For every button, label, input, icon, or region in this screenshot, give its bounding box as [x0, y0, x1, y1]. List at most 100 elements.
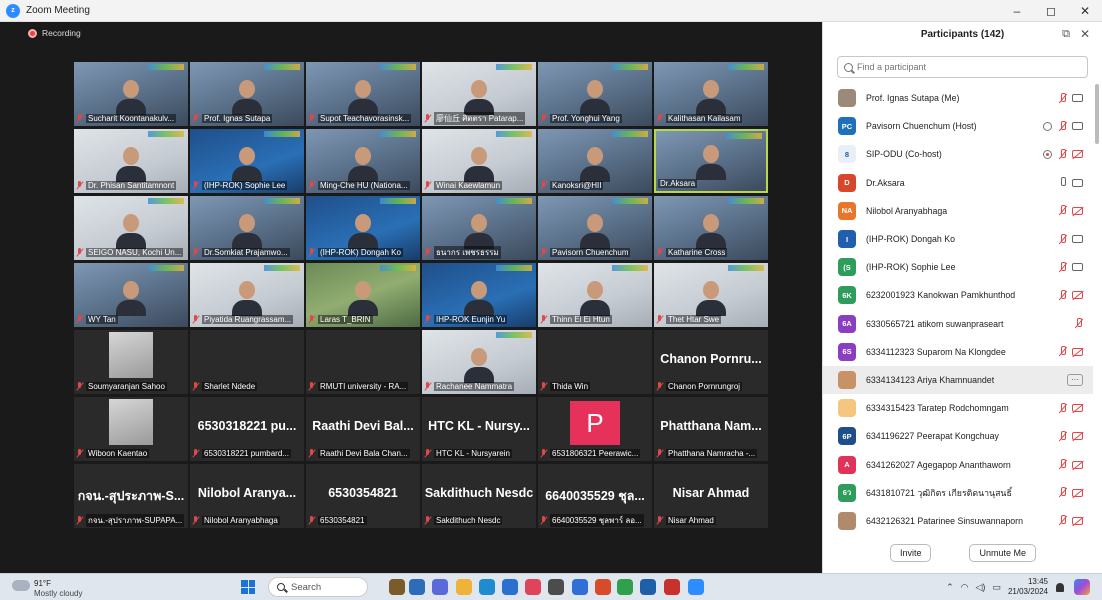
virtual-background-logo — [728, 198, 764, 204]
participant-tile[interactable]: Katharine Cross — [654, 196, 768, 260]
participant-tile[interactable]: Ming-Che HU (Nationa... — [306, 129, 420, 193]
participant-search[interactable] — [837, 56, 1088, 78]
popout-icon[interactable]: ⧉ — [1062, 28, 1070, 41]
close-panel-icon[interactable]: ✕ — [1080, 27, 1090, 41]
participant-row[interactable]: 6334134123 Ariya Khamnuandet ··· — [823, 365, 1093, 395]
participant-row[interactable]: 6ว 6431810721 วุฒิกิตร เกียรติดนานุสนธิ์ — [823, 479, 1093, 507]
participant-video — [696, 145, 726, 180]
file-explorer-icon[interactable] — [456, 579, 472, 595]
taskbar-search[interactable]: Search — [268, 577, 368, 597]
word-icon[interactable] — [640, 579, 656, 595]
participant-tile[interactable]: Nisar Ahmad Nisar Ahmad — [654, 464, 768, 528]
participant-tile[interactable]: Sucharit Koontanakulv... — [74, 62, 188, 126]
acrobat-icon[interactable] — [664, 579, 680, 595]
participant-tile[interactable]: Thet Htar Swe — [654, 263, 768, 327]
participant-tile[interactable]: Soumyaranjan Sahoo — [74, 330, 188, 394]
invite-button[interactable]: Invite — [889, 544, 932, 562]
participant-tile[interactable]: 6640035529 ชุล... 6640035529 ชุลพาร์ ลอ..… — [538, 464, 652, 528]
participant-tile[interactable]: Dr. Phisan Santitamnont — [74, 129, 188, 193]
participant-row[interactable]: Prof. Ignas Sutapa (Me) — [823, 84, 1093, 112]
participant-tile[interactable]: (IHP-ROK) Sophie Lee — [190, 129, 304, 193]
participant-row[interactable]: 6S 6334112323 Suparom Na Klongdee — [823, 338, 1093, 366]
participant-tile[interactable]: Laras T_BRIN — [306, 263, 420, 327]
participant-row[interactable]: 6K 6232001923 Kanokwan Pamkhunthod — [823, 281, 1093, 309]
teams-icon[interactable] — [432, 579, 448, 595]
powerpoint-icon[interactable] — [595, 579, 611, 595]
maximize-button[interactable]: ◻ — [1034, 0, 1068, 22]
start-button[interactable] — [241, 580, 255, 594]
participant-tile[interactable]: Dr.Somkiat Prajamwo... — [190, 196, 304, 260]
participant-tile[interactable]: Sharlet Ndede — [190, 330, 304, 394]
notion-icon[interactable] — [548, 579, 564, 595]
participant-tile[interactable]: Supot Teachavorasinsk... — [306, 62, 420, 126]
participant-tile[interactable]: Thida Win — [538, 330, 652, 394]
participant-tile[interactable]: Chanon Pornru... Chanon Pornrungroj — [654, 330, 768, 394]
participant-tile[interactable]: Prof. Ignas Sutapa — [190, 62, 304, 126]
list-scrollbar[interactable] — [1095, 84, 1099, 144]
participant-row[interactable]: 6A 6330565721 atikom suwanpraseart — [823, 310, 1093, 338]
participant-tile[interactable]: Pavisorn Chuenchum — [538, 196, 652, 260]
battery-icon[interactable]: ▭ — [992, 582, 1001, 593]
participant-tile[interactable]: Kalithasan Kailasam — [654, 62, 768, 126]
participant-tile[interactable]: Dr.Aksara — [654, 129, 768, 193]
participant-row[interactable]: 6432126321 Patarinee Sinsuwannaporn — [823, 507, 1093, 535]
participant-tile[interactable]: 6530318221 pu... 6530318221 pumbard... — [190, 397, 304, 461]
participant-tile[interactable]: SEIGO NASU, Kochi Un... — [74, 196, 188, 260]
wifi-icon[interactable]: ◠ — [961, 582, 969, 593]
participant-row[interactable]: 6334315423 Taratep Rodchomngam — [823, 394, 1093, 422]
participant-row[interactable]: 6P 6341196227 Peerapat Kongchuay — [823, 422, 1093, 450]
chrome-icon[interactable] — [617, 579, 633, 595]
volume-icon[interactable]: ◁) — [976, 582, 986, 593]
participant-tile[interactable]: RMUTI university - RA... — [306, 330, 420, 394]
edge-icon[interactable] — [479, 579, 495, 595]
clock[interactable]: 13:45 21/03/2024 — [1008, 577, 1048, 597]
outlook-icon[interactable] — [572, 579, 588, 595]
participant-tile[interactable]: (IHP-ROK) Dongah Ko — [306, 196, 420, 260]
participant-tile[interactable]: IHP-ROK Eunjin Yu — [422, 263, 536, 327]
participant-tile[interactable]: Thinn Ei Ei Htun — [538, 263, 652, 327]
participant-tile[interactable]: Wiboon Kaentao — [74, 397, 188, 461]
task-view-icon[interactable] — [409, 579, 425, 595]
recording-indicator[interactable]: Recording — [28, 28, 81, 38]
participant-tile[interactable]: Prof. Yonghui Yang — [538, 62, 652, 126]
weather-widget[interactable]: 91°F Mostly cloudy — [10, 577, 82, 598]
chevron-up-icon[interactable]: ⌃ — [946, 582, 954, 593]
participant-row[interactable]: A 6341262027 Agegapop Ananthaworn — [823, 450, 1093, 478]
muted-mic-icon — [1058, 261, 1067, 273]
tile-label: 6531806321 Peerawic... — [540, 448, 650, 459]
participant-tile[interactable]: 廖仙丘 ศิตตรา Patarap... — [422, 62, 536, 126]
widgets-icon[interactable] — [389, 579, 405, 595]
participant-row[interactable]: (S (IHP-ROK) Sophie Lee — [823, 253, 1093, 281]
participant-tile[interactable]: HTC KL - Nursy... HTC KL - Nursyarein — [422, 397, 536, 461]
participant-tile[interactable]: Piyatida Ruangrassam... — [190, 263, 304, 327]
app-icon[interactable] — [525, 579, 541, 595]
close-button[interactable]: ✕ — [1068, 0, 1102, 22]
unmute-me-button[interactable]: Unmute Me — [969, 544, 1037, 562]
more-options-icon[interactable]: ··· — [1067, 373, 1083, 386]
participant-row[interactable]: D Dr.Aksara — [823, 169, 1093, 197]
search-input[interactable] — [857, 62, 1067, 72]
participant-tile[interactable]: Winai Kaewlamun — [422, 129, 536, 193]
copilot-icon[interactable] — [1074, 579, 1090, 595]
participant-tile[interactable]: 6530354821 6530354821 — [306, 464, 420, 528]
participant-tile[interactable]: Sakdithuch Nesdc Sakdithuch Nesdc — [422, 464, 536, 528]
participant-tile[interactable]: Nilobol Aranya... Nilobol Aranyabhaga — [190, 464, 304, 528]
minimize-button[interactable]: – — [1000, 0, 1034, 22]
participant-tile[interactable]: กจน.-สุประภาพ-S... กจน.-สุปราภาพ-SUPAPA..… — [74, 464, 188, 528]
participant-tile[interactable]: ธนากร เพชรธรรม — [422, 196, 536, 260]
participant-tile[interactable]: Phatthana Nam... Phatthana Namracha -... — [654, 397, 768, 461]
participant-tile[interactable]: WY Tan — [74, 263, 188, 327]
participant-tile[interactable]: P 6531806321 Peerawic... — [538, 397, 652, 461]
zoom-icon[interactable] — [688, 579, 704, 595]
participant-video — [464, 214, 494, 249]
participant-tile[interactable]: Kanoksri@HII — [538, 129, 652, 193]
notification-bell-icon[interactable] — [1056, 582, 1064, 592]
participant-row[interactable]: PC Pavisorn Chuenchum (Host) — [823, 112, 1093, 140]
participant-row[interactable]: I (IHP-ROK) Dongah Ko — [823, 225, 1093, 253]
camera-off-icon — [1072, 291, 1083, 300]
participant-row[interactable]: NA Nilobol Aranyabhaga — [823, 197, 1093, 225]
participant-tile[interactable]: Rachanee Nammatra — [422, 330, 536, 394]
participant-row[interactable]: 8 SIP-ODU (Co-host) — [823, 140, 1093, 168]
participant-tile[interactable]: Raathi Devi Bal... Raathi Devi Bala Chan.… — [306, 397, 420, 461]
store-icon[interactable] — [502, 579, 518, 595]
